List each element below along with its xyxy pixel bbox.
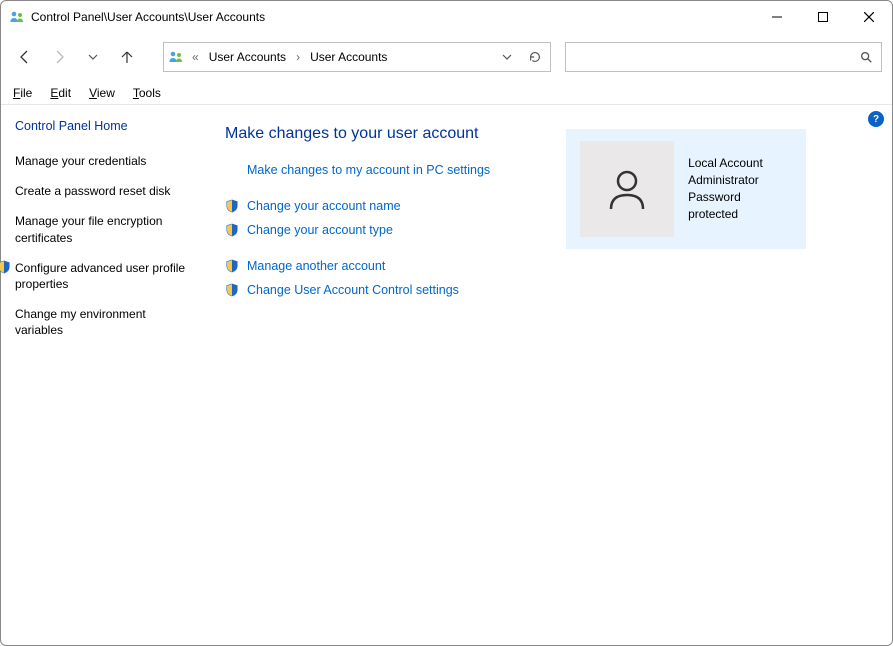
nav-toolbar: « User Accounts › User Accounts (1, 33, 892, 81)
help-icon[interactable]: ? (868, 111, 884, 127)
app-icon (9, 9, 25, 25)
link-label: Change your account type (247, 223, 393, 237)
shield-icon (225, 259, 241, 273)
sidebar-item-label: Change my environment variables (15, 306, 189, 338)
account-type: Local Account (688, 155, 792, 172)
forward-button[interactable] (45, 43, 73, 71)
search-icon[interactable] (859, 50, 873, 64)
title-bar: Control Panel\User Accounts\User Account… (1, 1, 892, 33)
link-change-uac-settings[interactable]: Change User Account Control settings (225, 283, 876, 297)
search-box[interactable] (565, 42, 882, 72)
sidebar-item-label: Manage your file encryption certificates (15, 213, 189, 245)
shield-icon (225, 283, 241, 297)
back-button[interactable] (11, 43, 39, 71)
close-button[interactable] (846, 1, 892, 33)
link-label: Change your account name (247, 199, 401, 213)
chevron-right-icon[interactable]: › (294, 50, 302, 64)
sidebar-item-password-reset[interactable]: Create a password reset disk (15, 183, 189, 199)
shield-icon (225, 199, 241, 213)
sidebar-item-encryption-certs[interactable]: Manage your file encryption certificates (15, 213, 189, 245)
sidebar-item-label: Create a password reset disk (15, 183, 170, 199)
link-label: Make changes to my account in PC setting… (247, 163, 490, 177)
recent-locations-button[interactable] (79, 43, 107, 71)
menu-view[interactable]: View (87, 84, 117, 102)
account-details: Local Account Administrator Password pro… (688, 155, 792, 222)
menu-bar: File Edit View Tools (1, 81, 892, 105)
control-panel-home-link[interactable]: Control Panel Home (15, 119, 189, 133)
menu-file[interactable]: File (11, 84, 34, 102)
account-role: Administrator (688, 172, 792, 189)
main-content: ? Make changes to your user account Make… (199, 105, 892, 645)
window-title: Control Panel\User Accounts\User Account… (31, 10, 265, 24)
sidebar-item-label: Manage your credentials (15, 153, 146, 169)
search-input[interactable] (574, 49, 859, 65)
address-dropdown-button[interactable] (496, 43, 518, 71)
breadcrumb-item-1[interactable]: User Accounts (308, 43, 389, 71)
account-password-status: Password protected (688, 189, 792, 223)
sidebar-item-advanced-profile[interactable]: Configure advanced user profile properti… (15, 260, 189, 292)
shield-icon (0, 260, 11, 292)
link-manage-another-account[interactable]: Manage another account (225, 259, 876, 273)
link-label: Manage another account (247, 259, 385, 273)
breadcrumb-label: User Accounts (310, 50, 387, 64)
menu-tools[interactable]: Tools (131, 84, 163, 102)
address-bar[interactable]: « User Accounts › User Accounts (163, 42, 551, 72)
sidebar-item-label: Configure advanced user profile properti… (15, 260, 189, 292)
breadcrumb-item-0[interactable]: User Accounts (207, 43, 288, 71)
minimize-button[interactable] (754, 1, 800, 33)
sidebar: Control Panel Home Manage your credentia… (1, 105, 199, 645)
sidebar-item-credentials[interactable]: Manage your credentials (15, 153, 189, 169)
breadcrumb-prefix[interactable]: « (190, 50, 201, 64)
refresh-button[interactable] (524, 43, 546, 71)
maximize-button[interactable] (800, 1, 846, 33)
person-icon (603, 165, 651, 213)
breadcrumb-label: User Accounts (209, 50, 286, 64)
link-label: Change User Account Control settings (247, 283, 459, 297)
account-card: Local Account Administrator Password pro… (566, 129, 806, 249)
address-bar-icon (168, 49, 184, 65)
menu-edit[interactable]: Edit (48, 84, 73, 102)
shield-icon (225, 223, 241, 237)
avatar (580, 141, 674, 237)
sidebar-item-env-vars[interactable]: Change my environment variables (15, 306, 189, 338)
up-button[interactable] (113, 43, 141, 71)
